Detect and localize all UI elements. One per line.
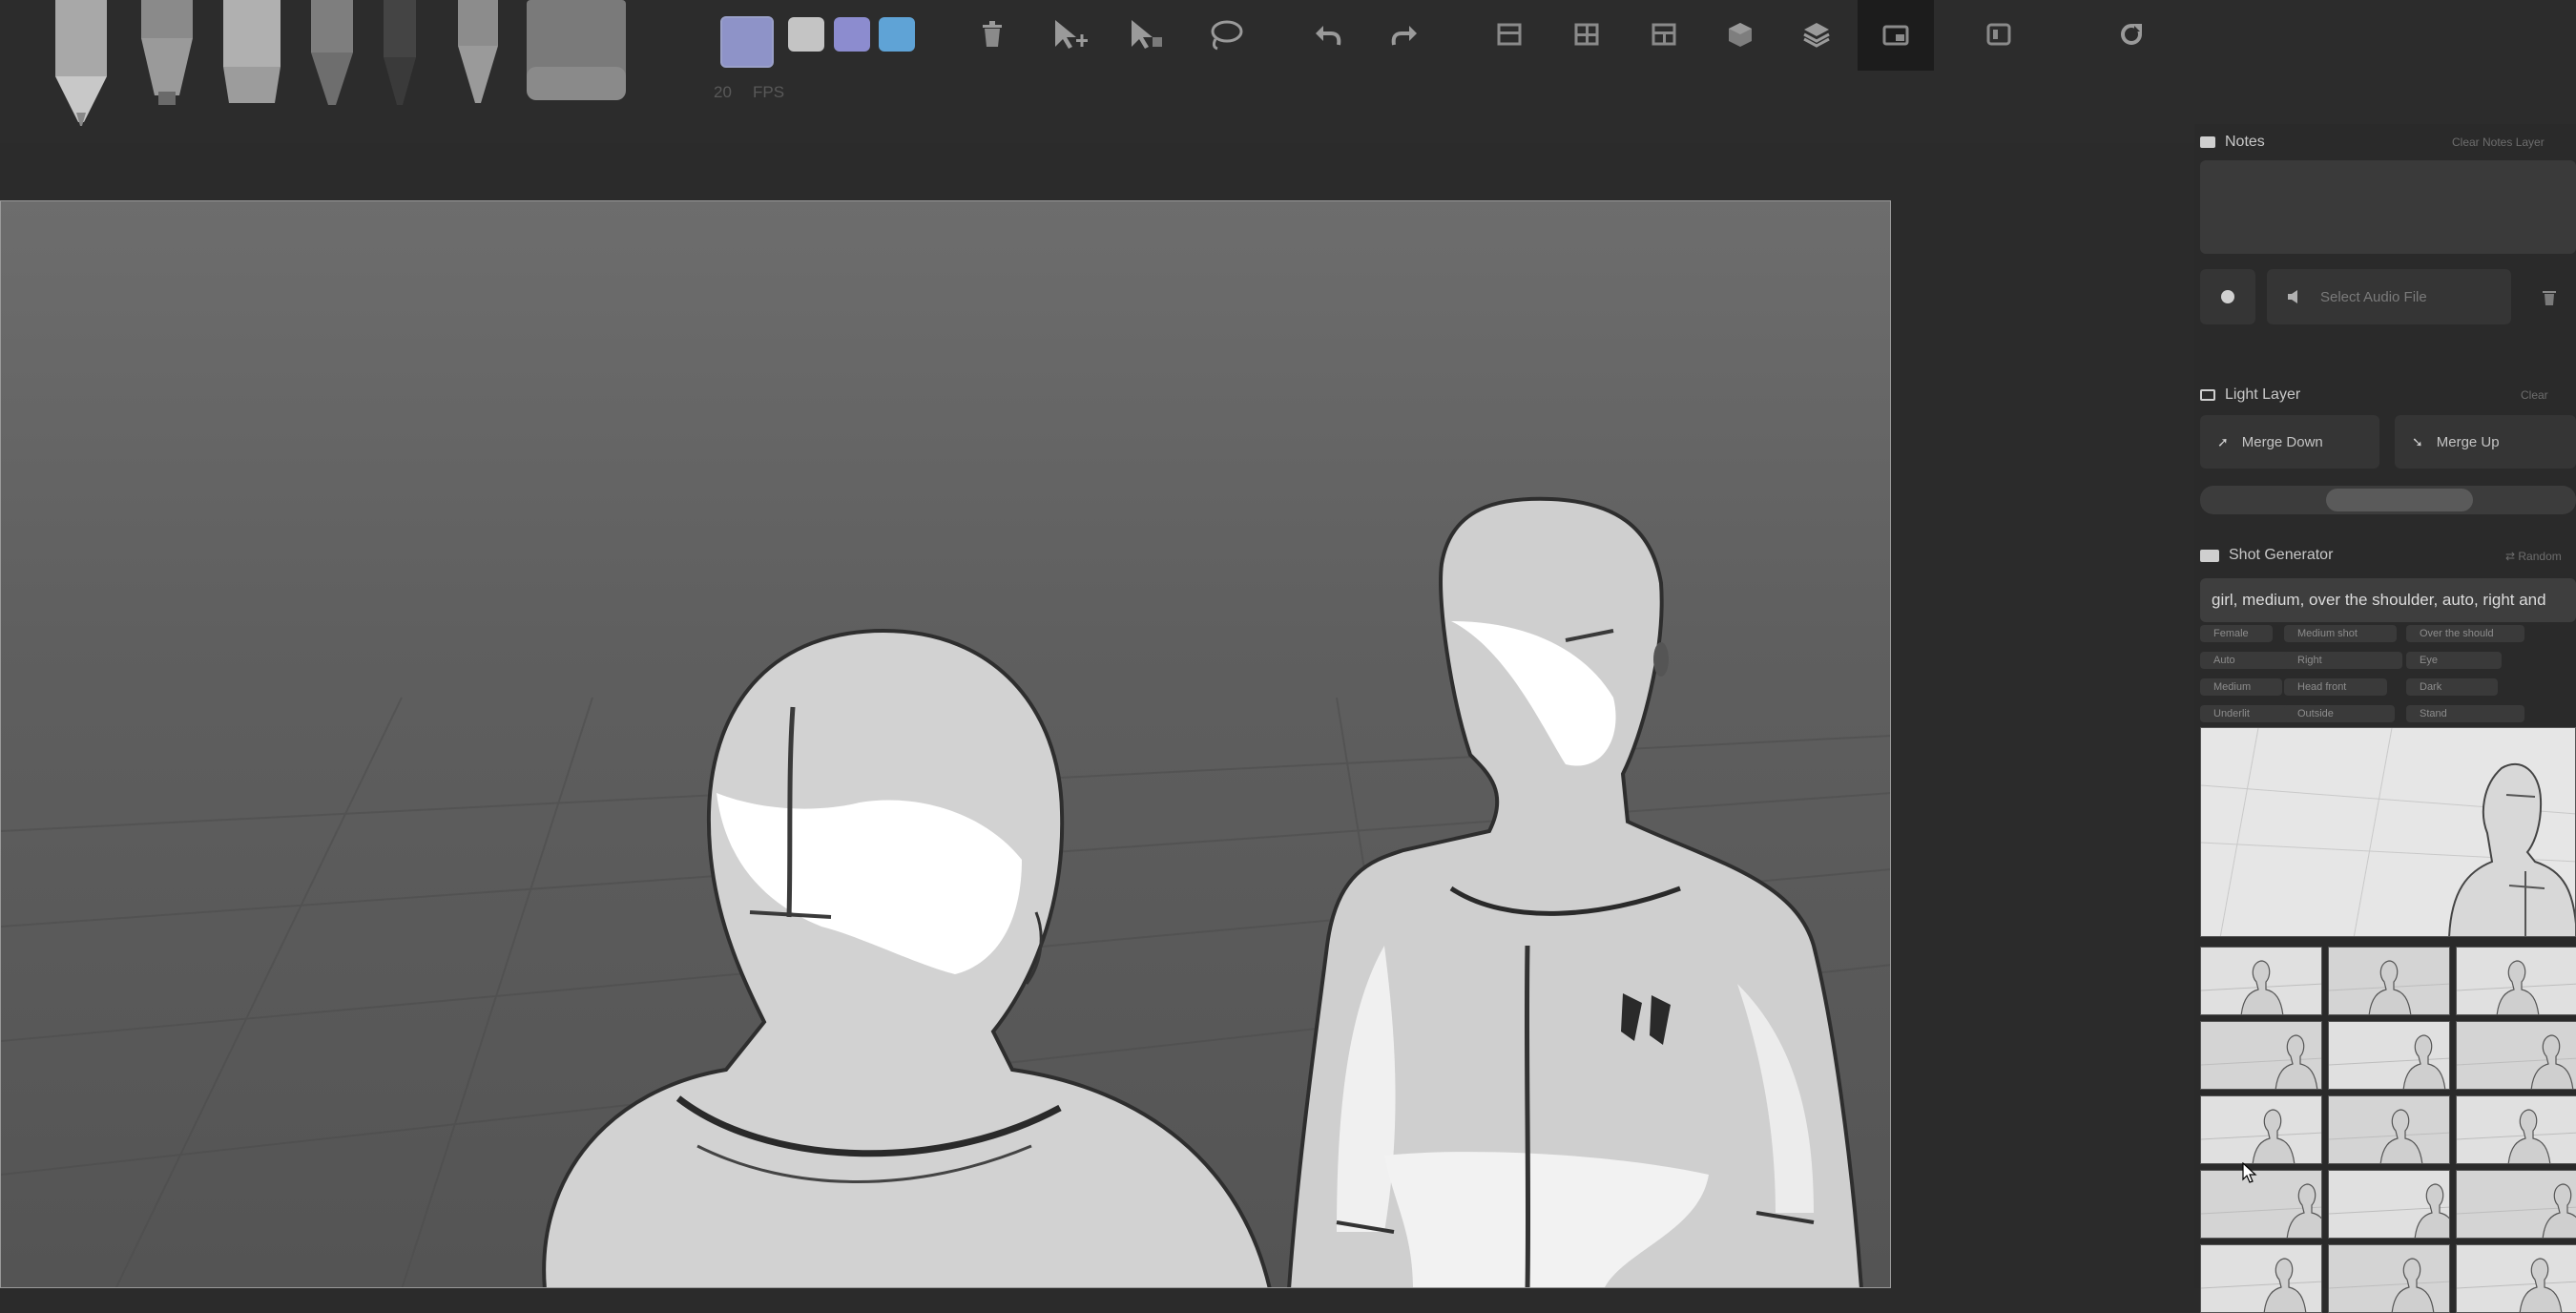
3d-cube-icon[interactable] xyxy=(1719,13,1761,55)
eraser-tool[interactable] xyxy=(523,0,630,110)
shot-tag-chip[interactable]: Dark xyxy=(2406,678,2498,696)
clear-light-button[interactable]: Clear xyxy=(2521,388,2548,402)
merge-down-label: Merge Down xyxy=(2241,433,2323,450)
clear-light-label: Clear xyxy=(2521,388,2548,402)
add-select-icon[interactable] xyxy=(1049,13,1091,55)
shot-thumbnail[interactable] xyxy=(2456,1244,2576,1313)
trash-icon xyxy=(2543,291,2556,305)
merge-down-icon: ➚ xyxy=(2217,433,2229,449)
select-audio-button[interactable]: Select Audio File xyxy=(2267,269,2511,324)
notes-area[interactable] xyxy=(2200,160,2576,254)
notes-icon xyxy=(2200,136,2215,148)
shot-tag-chip[interactable]: Outside xyxy=(2284,705,2395,722)
shot-thumbnail[interactable] xyxy=(2456,1095,2576,1164)
shot-thumbnail[interactable] xyxy=(2200,1170,2322,1239)
record-icon xyxy=(2221,290,2234,303)
chisel-tool[interactable] xyxy=(218,0,286,110)
shot-tag-chip[interactable]: Female xyxy=(2200,625,2273,642)
notes-header: Notes xyxy=(2200,134,2265,151)
merge-up-label: Merge Up xyxy=(2436,433,2500,450)
random-label: Random xyxy=(2518,550,2562,563)
top-toolbar: 20 FPS xyxy=(0,0,2576,143)
shot-tag-chip[interactable]: Medium xyxy=(2200,678,2282,696)
shot-tag-chip[interactable]: Over the should xyxy=(2406,625,2524,642)
layout-grid-icon[interactable] xyxy=(1566,13,1608,55)
video-camera-icon xyxy=(2200,549,2219,562)
select-audio-label: Select Audio File xyxy=(2320,288,2427,305)
trash-icon[interactable] xyxy=(971,13,1013,55)
shot-prompt-text: girl, medium, over the shoulder, auto, r… xyxy=(2212,591,2546,609)
pencil-tool[interactable] xyxy=(48,0,114,129)
storyboard-scene xyxy=(1,496,1890,1287)
shot-thumbnail[interactable] xyxy=(2200,1021,2322,1090)
shot-thumbnail[interactable] xyxy=(2456,1170,2576,1239)
foreground-figure xyxy=(542,628,1272,1287)
refresh-icon[interactable] xyxy=(2110,13,2152,55)
marker-tool[interactable] xyxy=(134,0,200,110)
swatch-label-2: FPS xyxy=(753,83,785,101)
light-layer-icon xyxy=(2200,389,2215,401)
shot-preview-large[interactable] xyxy=(2200,727,2576,937)
move-select-icon[interactable] xyxy=(1126,13,1168,55)
shuffle-icon: ⇄ xyxy=(2505,550,2519,563)
color-swatch-3[interactable] xyxy=(834,17,870,52)
ink-pen-tool[interactable] xyxy=(378,0,422,110)
mouse-cursor-icon xyxy=(2242,1162,2257,1183)
brush-pen-tool[interactable] xyxy=(452,0,504,110)
shot-tag-chip[interactable]: Eye xyxy=(2406,652,2502,669)
shot-thumbnail[interactable] xyxy=(2328,1021,2450,1090)
drawing-canvas[interactable] xyxy=(0,200,1891,1288)
background-figure xyxy=(1287,496,1863,1287)
layout-split-icon[interactable] xyxy=(1643,13,1685,55)
shot-generator-header: Shot Generator xyxy=(2200,547,2333,564)
fine-pen-tool[interactable] xyxy=(305,0,359,110)
shot-thumbnail[interactable] xyxy=(2456,1021,2576,1090)
color-swatch-4[interactable] xyxy=(879,17,915,52)
clear-notes-button[interactable]: Clear Notes Layer xyxy=(2452,135,2545,149)
speaker-icon xyxy=(2288,290,2297,303)
notes-title: Notes xyxy=(2225,134,2265,150)
shot-thumbnail[interactable] xyxy=(2200,1244,2322,1313)
light-layer-title: Light Layer xyxy=(2225,386,2301,403)
shot-tag-chip[interactable]: Medium shot xyxy=(2284,625,2397,642)
photoshop-icon[interactable] xyxy=(1978,13,2020,55)
undo-icon[interactable] xyxy=(1307,13,1349,55)
delete-audio-button[interactable] xyxy=(2528,277,2570,319)
record-audio-button[interactable] xyxy=(2200,269,2255,324)
shot-thumbnail[interactable] xyxy=(2456,947,2576,1015)
shot-thumbnail[interactable] xyxy=(2200,1095,2322,1164)
merge-up-icon: ➘ xyxy=(2412,433,2423,449)
light-opacity-knob[interactable] xyxy=(2326,489,2473,511)
shot-tag-chip[interactable]: Stand xyxy=(2406,705,2524,722)
light-layer-header: Light Layer xyxy=(2200,386,2300,404)
camera-view-icon[interactable] xyxy=(1858,0,1934,71)
layout-single-icon[interactable] xyxy=(1488,13,1530,55)
color-swatch-2[interactable] xyxy=(788,17,824,52)
shot-thumbnail[interactable] xyxy=(2328,1244,2450,1313)
merge-up-button[interactable]: ➘ Merge Up xyxy=(2395,415,2576,469)
shot-tag-chip[interactable]: Head front xyxy=(2284,678,2387,696)
shot-tag-chip[interactable]: Right xyxy=(2284,652,2402,669)
merge-down-button[interactable]: ➚ Merge Down xyxy=(2200,415,2379,469)
color-swatch-1[interactable] xyxy=(720,16,774,68)
random-button[interactable]: ⇄ Random xyxy=(2505,550,2562,563)
right-panel: Notes Clear Notes Layer Select Audio Fil… xyxy=(2194,124,2576,1313)
shot-thumbnail[interactable] xyxy=(2328,1095,2450,1164)
layers-icon[interactable] xyxy=(1796,13,1838,55)
shot-prompt-input[interactable]: girl, medium, over the shoulder, auto, r… xyxy=(2200,578,2576,622)
shot-preview-figure xyxy=(2201,728,2575,936)
clear-notes-label: Clear Notes Layer xyxy=(2452,135,2545,149)
shot-thumbnail[interactable] xyxy=(2328,947,2450,1015)
lasso-icon[interactable] xyxy=(1204,13,1246,55)
light-opacity-slider[interactable] xyxy=(2200,486,2576,514)
shot-generator-title: Shot Generator xyxy=(2229,547,2334,563)
swatch-label-1: 20 xyxy=(714,83,732,101)
shot-thumbnail[interactable] xyxy=(2328,1170,2450,1239)
redo-icon[interactable] xyxy=(1383,13,1425,55)
shot-thumbnail[interactable] xyxy=(2200,947,2322,1015)
